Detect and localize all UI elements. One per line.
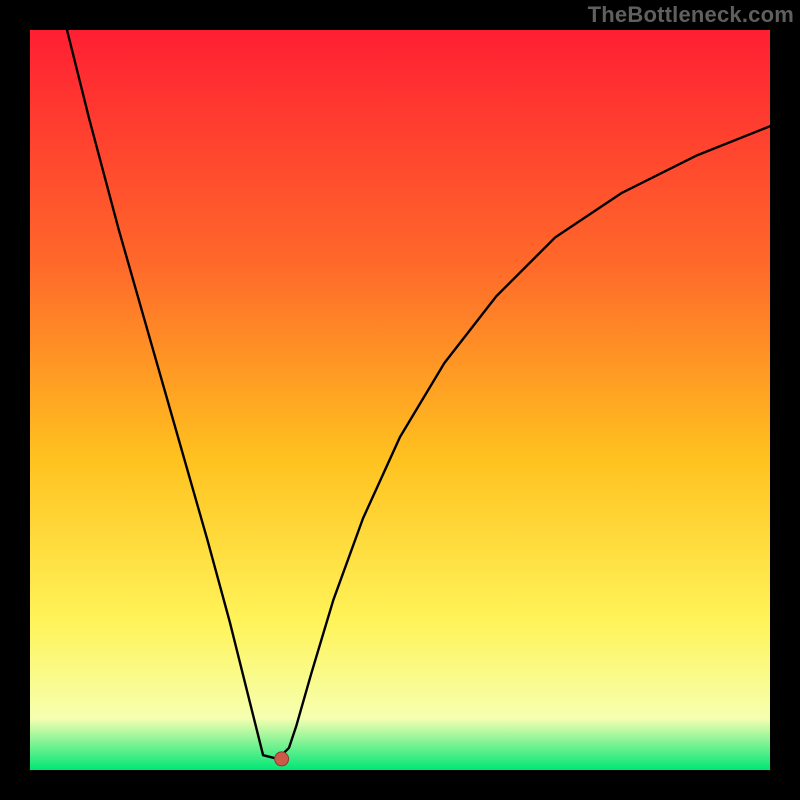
- marker-dot: [275, 752, 289, 766]
- chart-svg: [30, 30, 770, 770]
- attribution-text: TheBottleneck.com: [588, 2, 794, 28]
- chart-root: TheBottleneck.com: [0, 0, 800, 800]
- plot-area: [30, 30, 770, 770]
- gradient-background: [30, 30, 770, 770]
